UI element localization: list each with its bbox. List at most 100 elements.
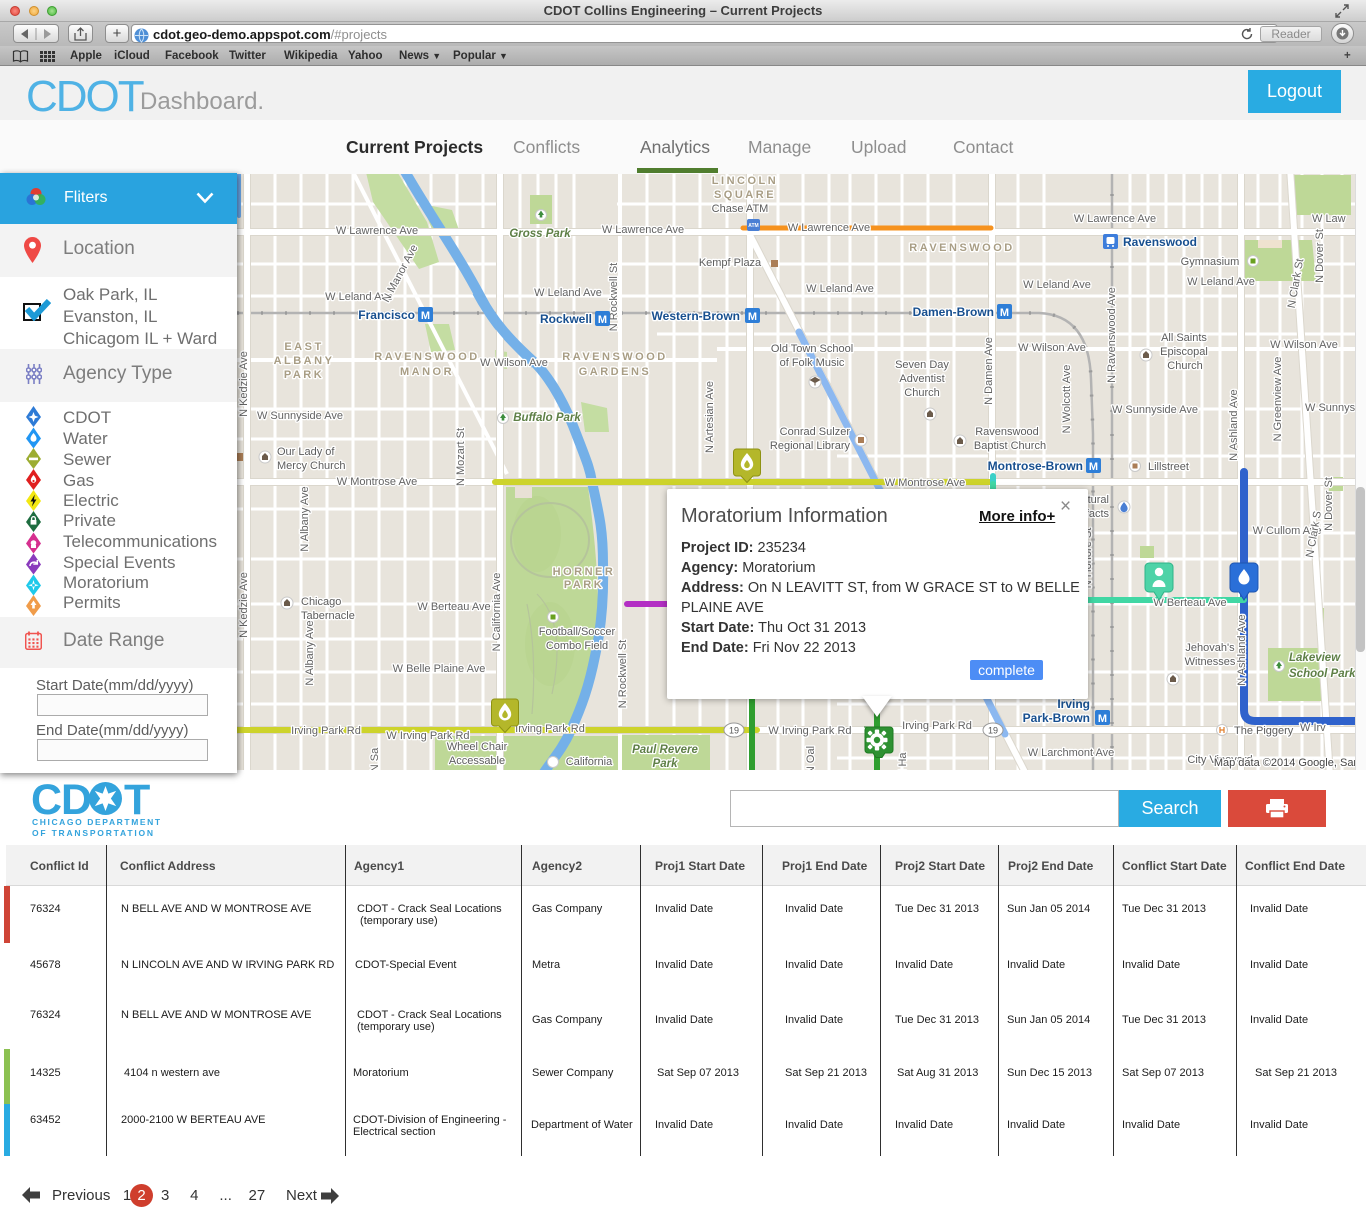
svg-text:N Dover St: N Dover St (1314, 229, 1326, 283)
svg-text:Paul Revere: Paul Revere (632, 744, 698, 756)
svg-text:Buffalo Park: Buffalo Park (513, 412, 581, 424)
svg-text:HORNER: HORNER (553, 566, 616, 578)
svg-text:W Leland Ave: W Leland Ave (534, 287, 602, 299)
svg-text:W Larchmont Ave: W Larchmont Ave (1028, 747, 1115, 759)
svg-text:W Lawrence Ave: W Lawrence Ave (602, 224, 684, 236)
svg-text:N Greenview Ave: N Greenview Ave (1272, 357, 1284, 442)
svg-text:California: California (566, 756, 613, 768)
svg-text:M: M (748, 311, 757, 323)
svg-text:Montrose-Brown: Montrose-Brown (988, 459, 1083, 473)
svg-text:W Wilson Ave: W Wilson Ave (480, 357, 548, 369)
svg-text:Church: Church (1167, 360, 1202, 372)
svg-text:ATM: ATM (748, 223, 758, 229)
svg-text:Irving: Irving (1057, 697, 1090, 711)
svg-text:W Lawrence Ave: W Lawrence Ave (788, 222, 870, 234)
svg-text:All Saints: All Saints (1161, 332, 1207, 344)
svg-text:Accessable: Accessable (449, 755, 505, 767)
svg-text:EAST: EAST (284, 341, 323, 353)
svg-text:W Montrose Ave: W Montrose Ave (337, 476, 418, 488)
svg-text:N Kedzie Ave: N Kedzie Ave (238, 572, 250, 638)
svg-text:N Ha: N Ha (897, 752, 909, 770)
svg-text:Francisco: Francisco (358, 308, 415, 322)
svg-text:Adventist: Adventist (899, 373, 944, 385)
svg-text:Witnesses: Witnesses (1185, 656, 1236, 668)
svg-text:N Rockwell St: N Rockwell St (617, 640, 629, 708)
svg-text:N Dover St: N Dover St (1323, 477, 1335, 531)
svg-text:W Law: W Law (1312, 213, 1346, 225)
svg-text:Our Lady of: Our Lady of (277, 446, 335, 458)
svg-text:W Sunnyside Ave: W Sunnyside Ave (257, 410, 343, 422)
svg-text:of Folk Music: of Folk Music (780, 357, 845, 369)
svg-text:W Berteau Ave: W Berteau Ave (1153, 597, 1226, 609)
svg-text:19: 19 (988, 726, 998, 736)
svg-text:Lillstreet: Lillstreet (1148, 461, 1189, 473)
svg-text:Kempf Plaza: Kempf Plaza (699, 257, 762, 269)
svg-text:M: M (1000, 307, 1009, 319)
svg-text:Old Town School: Old Town School (771, 343, 853, 355)
svg-text:Combo Field: Combo Field (546, 640, 608, 652)
svg-text:Seven Day: Seven Day (895, 359, 949, 371)
svg-text:W Lawrence Ave: W Lawrence Ave (336, 225, 418, 237)
svg-text:Ravenswood: Ravenswood (975, 426, 1039, 438)
svg-text:Irving Park Rd: Irving Park Rd (291, 725, 361, 737)
svg-text:Church: Church (904, 387, 939, 399)
svg-text:Lakeview: Lakeview (1289, 652, 1341, 664)
svg-text:W Leland Ave: W Leland Ave (806, 283, 874, 295)
svg-text:Regional Library: Regional Library (770, 440, 851, 452)
svg-text:RAVENSWOOD: RAVENSWOOD (909, 242, 1014, 254)
svg-text:PARK: PARK (564, 579, 604, 591)
svg-text:School Park: School Park (1289, 668, 1356, 680)
svg-text:19: 19 (729, 726, 739, 736)
svg-text:W Lawrence Ave: W Lawrence Ave (1074, 213, 1156, 225)
svg-text:N Artesian Ave: N Artesian Ave (704, 381, 716, 453)
svg-text:Damen-Brown: Damen-Brown (913, 305, 994, 319)
svg-text:RAVENSWOOD: RAVENSWOOD (562, 351, 667, 363)
svg-text:N Mozart St: N Mozart St (455, 428, 467, 486)
svg-text:MANOR: MANOR (400, 366, 454, 378)
svg-text:ALBANY: ALBANY (274, 355, 335, 367)
svg-text:LINCOLN: LINCOLN (712, 175, 778, 187)
svg-text:W Berteau Ave: W Berteau Ave (417, 601, 490, 613)
svg-text:W Wilson Ave: W Wilson Ave (1018, 342, 1086, 354)
svg-text:Rockwell: Rockwell (540, 312, 592, 326)
svg-text:N Ashland Ave: N Ashland Ave (1228, 389, 1240, 460)
svg-text:W Irv: W Irv (1300, 722, 1326, 734)
svg-text:Baptist Church: Baptist Church (974, 440, 1046, 452)
svg-text:N California Ave: N California Ave (491, 573, 503, 652)
svg-text:W Leland Ave: W Leland Ave (1187, 276, 1255, 288)
svg-text:PARK: PARK (284, 369, 324, 381)
svg-text:Football/Soccer: Football/Soccer (539, 626, 616, 638)
svg-text:Western-Brown: Western-Brown (652, 309, 740, 323)
svg-text:Chicago: Chicago (301, 596, 341, 608)
svg-text:Ravenswood: Ravenswood (1123, 235, 1197, 249)
svg-text:W Sunnyside Ave: W Sunnyside Ave (1112, 404, 1198, 416)
svg-text:N Albany Ave: N Albany Ave (299, 486, 311, 551)
svg-text:W Irving Park Rd: W Irving Park Rd (768, 725, 851, 737)
svg-text:Gross Park: Gross Park (509, 228, 571, 240)
svg-text:Episcopal: Episcopal (1160, 346, 1208, 358)
svg-text:N Oal: N Oal (805, 746, 817, 770)
svg-text:N Kedzie Ave: N Kedzie Ave (238, 351, 250, 417)
svg-text:Conrad Sulzer: Conrad Sulzer (780, 426, 851, 438)
svg-text:W Wilson Ave: W Wilson Ave (1270, 339, 1338, 351)
svg-text:Mercy Church: Mercy Church (277, 460, 345, 472)
svg-text:Jehovah's: Jehovah's (1185, 642, 1235, 654)
svg-text:Wheel Chair: Wheel Chair (447, 741, 508, 753)
svg-text:W Leland Ave: W Leland Ave (1023, 279, 1091, 291)
svg-text:Irving Park Rd: Irving Park Rd (515, 723, 585, 735)
svg-text:N Albany Ave: N Albany Ave (304, 620, 316, 685)
svg-text:M: M (421, 310, 430, 322)
svg-text:Gymnasium: Gymnasium (1181, 256, 1240, 268)
svg-text:Map data ©2014 Google, Sanl: Map data ©2014 Google, Sanl (1214, 757, 1362, 769)
svg-text:M: M (1098, 713, 1107, 725)
svg-text:Park: Park (653, 758, 679, 770)
svg-text:The Piggery: The Piggery (1234, 725, 1294, 737)
svg-text:W Montrose Ave: W Montrose Ave (885, 477, 966, 489)
svg-text:GARDENS: GARDENS (579, 366, 652, 378)
svg-text:W Sunnysi: W Sunnysi (1305, 402, 1358, 414)
svg-text:Tabernacle: Tabernacle (301, 610, 355, 622)
svg-text:SQUARE: SQUARE (714, 189, 776, 201)
svg-text:M: M (598, 314, 607, 326)
svg-text:N Ashland Ave: N Ashland Ave (1236, 614, 1248, 685)
svg-text:Park-Brown: Park-Brown (1023, 711, 1090, 725)
